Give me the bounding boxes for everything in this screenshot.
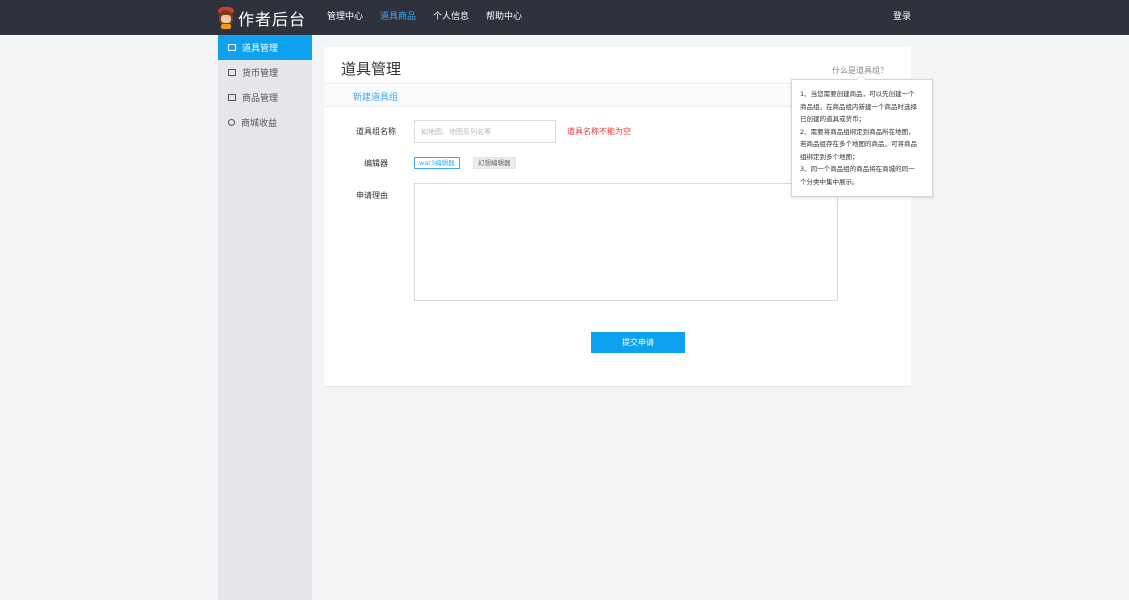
nav-management-center[interactable]: 管理中心 <box>327 0 363 35</box>
item-group-name-input[interactable] <box>414 120 556 143</box>
tooltip-line: 1、当您需要创建商品，可以先创建一个 <box>800 90 915 98</box>
editor-option-fantasy[interactable]: 幻想编辑器 <box>473 157 516 169</box>
logo[interactable]: 作者后台 <box>218 5 306 30</box>
submit-button[interactable]: 提交申请 <box>591 332 685 353</box>
nav-help-center[interactable]: 帮助中心 <box>486 0 522 35</box>
document-icon <box>228 94 236 101</box>
nav-items-goods[interactable]: 道具商品 <box>380 0 416 35</box>
mascot-logo-icon <box>218 6 234 29</box>
page-title: 道具管理 <box>341 60 402 78</box>
sidebar-item-store-revenue[interactable]: 商城收益 <box>218 110 312 135</box>
tab-new-item-group[interactable]: 新建道具组 <box>353 90 398 103</box>
reason-label: 申请理由 <box>356 191 388 200</box>
editor-option-war3[interactable]: war3编辑器 <box>414 157 460 169</box>
top-navbar: 作者后台 管理中心 道具商品 个人信息 帮助中心 登录 <box>0 0 1129 35</box>
nav-personal-info[interactable]: 个人信息 <box>433 0 469 35</box>
sidebar-item-label: 道具管理 <box>242 44 279 54</box>
logo-text: 作者后台 <box>238 9 307 29</box>
name-error-message: 道具名称不能为空 <box>567 127 631 136</box>
tooltip-line: 3、同一个商品组的商品将在商城的同一 <box>800 165 915 173</box>
tooltip-line: 组绑定到多个地图； <box>800 152 859 161</box>
help-tooltip: 1、当您需要创建商品，可以先创建一个 商品组，在商品组内新建一个商品时选择 已创… <box>791 74 933 197</box>
main-nav: 管理中心 道具商品 个人信息 帮助中心 <box>327 0 539 35</box>
sidebar-item-goods-management[interactable]: 商品管理 <box>218 85 312 110</box>
tooltip-line: 2、需要将商品组绑定到商品所在地图， <box>800 127 915 136</box>
grid-icon <box>228 44 236 51</box>
editor-label: 编辑器 <box>364 159 388 168</box>
item-group-name-label: 道具组名称 <box>356 127 396 136</box>
login-link[interactable]: 登录 <box>893 0 911 35</box>
tooltip-line: 已创建的道具或货币； <box>800 115 865 123</box>
sidebar-item-item-management[interactable]: 道具管理 <box>218 35 312 60</box>
sidebar-item-label: 商城收益 <box>241 119 278 129</box>
tooltip-line: 个分类中集中展示。 <box>800 177 859 186</box>
reason-textarea[interactable] <box>414 183 838 301</box>
sidebar-item-label: 货币管理 <box>242 69 279 79</box>
card-icon <box>228 69 236 76</box>
sidebar: 道具管理 货币管理 商品管理 商城收益 <box>218 35 312 600</box>
tooltip-line: 若商品组存在多个地图的商品，可将商品 <box>800 140 917 148</box>
coin-icon <box>228 119 235 126</box>
sidebar-item-currency-management[interactable]: 货币管理 <box>218 60 312 85</box>
sidebar-item-label: 商品管理 <box>242 94 279 104</box>
tooltip-line: 商品组，在商品组内新建一个商品时选择 <box>800 102 917 111</box>
